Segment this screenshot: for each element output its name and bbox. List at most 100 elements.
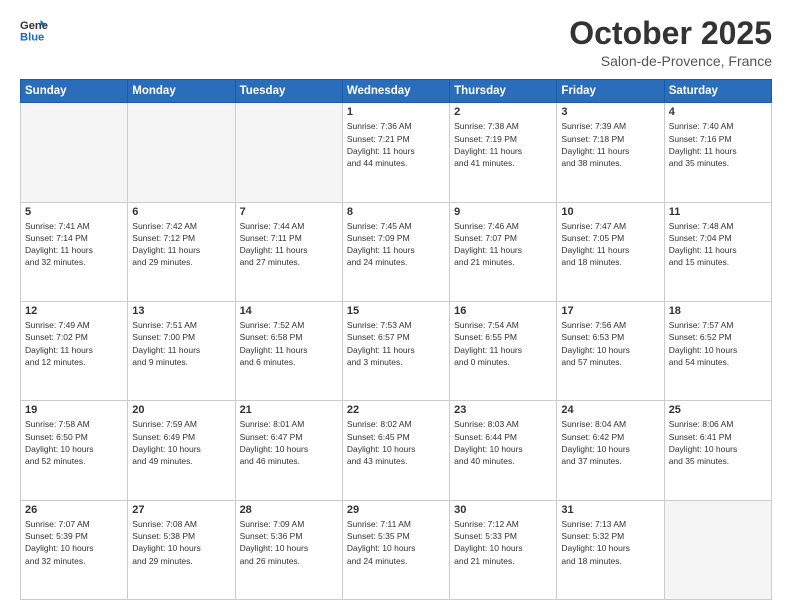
weekday-header-thursday: Thursday [450, 80, 557, 103]
weekday-header-row: SundayMondayTuesdayWednesdayThursdayFrid… [21, 80, 772, 103]
day-number: 24 [561, 404, 659, 416]
week-row-0: 1Sunrise: 7:36 AM Sunset: 7:21 PM Daylig… [21, 103, 772, 202]
day-number: 13 [132, 305, 230, 317]
calendar-cell: 16Sunrise: 7:54 AM Sunset: 6:55 PM Dayli… [450, 301, 557, 400]
day-info: Sunrise: 8:06 AM Sunset: 6:41 PM Dayligh… [669, 418, 767, 467]
day-info: Sunrise: 7:12 AM Sunset: 5:33 PM Dayligh… [454, 518, 552, 567]
calendar-cell: 8 Sunrise: 7:45 AM Sunset: 7:09 PM Daylig… [342, 202, 449, 301]
calendar-cell: 5 Sunrise: 7:41 AM Sunset: 7:14 PM Daylig… [21, 202, 128, 301]
day-number: 22 [347, 404, 445, 416]
calendar-cell: 27Sunrise: 7:08 AM Sunset: 5:38 PM Dayli… [128, 500, 235, 599]
day-number: 28 [240, 504, 338, 516]
day-info: Sunrise: 7:40 AM Sunset: 7:16 PM Dayligh… [669, 120, 767, 169]
day-info: Sunrise: 7:52 AM Sunset: 6:58 PM Dayligh… [240, 319, 338, 368]
week-row-2: 12 Sunrise: 7:49 AM Sunset: 7:02 PM Dayli… [21, 301, 772, 400]
weekday-header-sunday: Sunday [21, 80, 128, 103]
day-number: 6 [132, 206, 230, 218]
day-info: Sunrise: 7:39 AM Sunset: 7:18 PM Dayligh… [561, 120, 659, 169]
day-info: Sunrise: 7:57 AM Sunset: 6:52 PM Dayligh… [669, 319, 767, 368]
day-number: 25 [669, 404, 767, 416]
calendar-cell: 23 Sunrise: 8:03 AM Sunset: 6:44 PM Dayli… [450, 401, 557, 500]
day-info: Sunrise: 7:38 AM Sunset: 7:19 PM Dayligh… [454, 120, 552, 169]
day-info: Sunrise: 7:58 AM Sunset: 6:50 PM Dayligh… [25, 418, 123, 467]
svg-text:General: General [20, 20, 48, 32]
page: General Blue October 2025 Salon-de-Prove… [0, 0, 792, 612]
day-info: Sunrise: 7:46 AM Sunset: 7:07 PM Dayligh… [454, 220, 552, 269]
day-number: 18 [669, 305, 767, 317]
day-number: 16 [454, 305, 552, 317]
calendar-cell: 28Sunrise: 7:09 AM Sunset: 5:36 PM Dayli… [235, 500, 342, 599]
header: General Blue October 2025 Salon-de-Prove… [20, 16, 772, 69]
calendar-cell: 30 Sunrise: 7:12 AM Sunset: 5:33 PM Dayli… [450, 500, 557, 599]
calendar-cell: 29 Sunrise: 7:11 AM Sunset: 5:35 PM Dayli… [342, 500, 449, 599]
day-number: 7 [240, 206, 338, 218]
day-info: Sunrise: 7:44 AM Sunset: 7:11 PM Dayligh… [240, 220, 338, 269]
location: Salon-de-Provence, France [569, 53, 772, 69]
title-block: October 2025 Salon-de-Provence, France [569, 16, 772, 69]
weekday-header-tuesday: Tuesday [235, 80, 342, 103]
calendar-cell: 12 Sunrise: 7:49 AM Sunset: 7:02 PM Dayli… [21, 301, 128, 400]
weekday-header-monday: Monday [128, 80, 235, 103]
day-number: 1 [347, 106, 445, 118]
calendar-cell: 2 Sunrise: 7:38 AM Sunset: 7:19 PM Daylig… [450, 103, 557, 202]
day-number: 19 [25, 404, 123, 416]
day-number: 12 [25, 305, 123, 317]
calendar-cell: 20 Sunrise: 7:59 AM Sunset: 6:49 PM Dayli… [128, 401, 235, 500]
calendar-cell: 14 Sunrise: 7:52 AM Sunset: 6:58 PM Dayli… [235, 301, 342, 400]
day-number: 4 [669, 106, 767, 118]
day-info: Sunrise: 7:48 AM Sunset: 7:04 PM Dayligh… [669, 220, 767, 269]
day-number: 26 [25, 504, 123, 516]
calendar-cell: 13 Sunrise: 7:51 AM Sunset: 7:00 PM Dayli… [128, 301, 235, 400]
day-number: 31 [561, 504, 659, 516]
calendar-cell: 10 Sunrise: 7:47 AM Sunset: 7:05 PM Dayli… [557, 202, 664, 301]
calendar-cell: 19 Sunrise: 7:58 AM Sunset: 6:50 PM Dayli… [21, 401, 128, 500]
day-info: Sunrise: 7:53 AM Sunset: 6:57 PM Dayligh… [347, 319, 445, 368]
day-number: 29 [347, 504, 445, 516]
calendar-cell: 4 Sunrise: 7:40 AM Sunset: 7:16 PM Daylig… [664, 103, 771, 202]
day-info: Sunrise: 7:59 AM Sunset: 6:49 PM Dayligh… [132, 418, 230, 467]
day-info: Sunrise: 7:08 AM Sunset: 5:38 PM Dayligh… [132, 518, 230, 567]
weekday-header-wednesday: Wednesday [342, 80, 449, 103]
day-number: 14 [240, 305, 338, 317]
day-number: 2 [454, 106, 552, 118]
day-info: Sunrise: 7:07 AM Sunset: 5:39 PM Dayligh… [25, 518, 123, 567]
week-row-4: 26 Sunrise: 7:07 AM Sunset: 5:39 PM Dayli… [21, 500, 772, 599]
day-info: Sunrise: 7:45 AM Sunset: 7:09 PM Dayligh… [347, 220, 445, 269]
day-info: Sunrise: 7:49 AM Sunset: 7:02 PM Dayligh… [25, 319, 123, 368]
calendar-cell: 24 Sunrise: 8:04 AM Sunset: 6:42 PM Dayli… [557, 401, 664, 500]
week-row-3: 19 Sunrise: 7:58 AM Sunset: 6:50 PM Dayli… [21, 401, 772, 500]
calendar-cell: 21 Sunrise: 8:01 AM Sunset: 6:47 PM Dayli… [235, 401, 342, 500]
calendar-cell [128, 103, 235, 202]
svg-text:Blue: Blue [20, 31, 44, 43]
calendar-cell: 1Sunrise: 7:36 AM Sunset: 7:21 PM Daylig… [342, 103, 449, 202]
day-number: 23 [454, 404, 552, 416]
day-number: 10 [561, 206, 659, 218]
day-number: 15 [347, 305, 445, 317]
day-info: Sunrise: 8:01 AM Sunset: 6:47 PM Dayligh… [240, 418, 338, 467]
logo: General Blue [20, 16, 48, 44]
calendar-cell: 26 Sunrise: 7:07 AM Sunset: 5:39 PM Dayli… [21, 500, 128, 599]
day-number: 30 [454, 504, 552, 516]
calendar-cell: 18 Sunrise: 7:57 AM Sunset: 6:52 PM Dayli… [664, 301, 771, 400]
day-number: 5 [25, 206, 123, 218]
month-title: October 2025 [569, 16, 772, 51]
day-info: Sunrise: 8:04 AM Sunset: 6:42 PM Dayligh… [561, 418, 659, 467]
day-info: Sunrise: 7:41 AM Sunset: 7:14 PM Dayligh… [25, 220, 123, 269]
day-info: Sunrise: 8:03 AM Sunset: 6:44 PM Dayligh… [454, 418, 552, 467]
day-info: Sunrise: 7:51 AM Sunset: 7:00 PM Dayligh… [132, 319, 230, 368]
weekday-header-friday: Friday [557, 80, 664, 103]
calendar-cell [664, 500, 771, 599]
day-number: 3 [561, 106, 659, 118]
day-number: 17 [561, 305, 659, 317]
calendar-cell: 25 Sunrise: 8:06 AM Sunset: 6:41 PM Dayli… [664, 401, 771, 500]
calendar-cell: 3 Sunrise: 7:39 AM Sunset: 7:18 PM Daylig… [557, 103, 664, 202]
day-number: 8 [347, 206, 445, 218]
day-info: Sunrise: 7:42 AM Sunset: 7:12 PM Dayligh… [132, 220, 230, 269]
calendar-cell: 15 Sunrise: 7:53 AM Sunset: 6:57 PM Dayli… [342, 301, 449, 400]
calendar-cell: 9Sunrise: 7:46 AM Sunset: 7:07 PM Daylig… [450, 202, 557, 301]
day-number: 20 [132, 404, 230, 416]
day-info: Sunrise: 7:56 AM Sunset: 6:53 PM Dayligh… [561, 319, 659, 368]
day-info: Sunrise: 7:11 AM Sunset: 5:35 PM Dayligh… [347, 518, 445, 567]
day-info: Sunrise: 7:47 AM Sunset: 7:05 PM Dayligh… [561, 220, 659, 269]
day-number: 21 [240, 404, 338, 416]
